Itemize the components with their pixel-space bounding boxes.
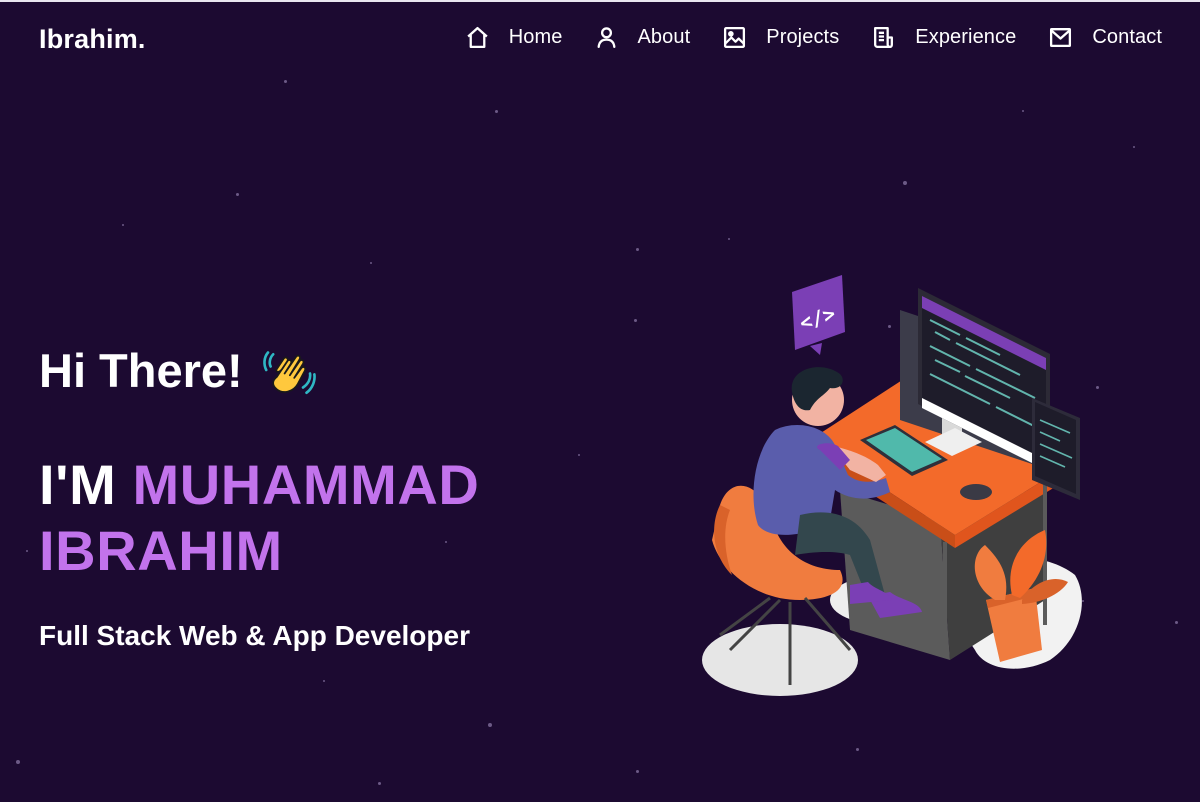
name-first: MUHAMMAD (132, 453, 480, 516)
hero-role: Full Stack Web & App Developer (39, 620, 470, 651)
image-icon (722, 25, 747, 50)
navbar: Ibrahim. Home About Projects Experience … (0, 2, 1200, 76)
nav-item-about[interactable]: About (594, 25, 690, 50)
home-icon (465, 25, 490, 50)
nav-label-experience: Experience (915, 26, 1017, 48)
code-badge: </> (792, 275, 845, 355)
page: Ibrahim. Home About Projects Experience … (0, 0, 1200, 802)
document-icon (871, 25, 896, 50)
nav-label-about: About (637, 26, 691, 48)
greeting-text: Hi There! (39, 343, 243, 397)
nav-menu: Home About Projects Experience Contact (465, 25, 1162, 50)
nav-item-contact[interactable]: Contact (1048, 25, 1162, 50)
hero-section: Hi There! I'M MUHAMMAD IBRAHIM Full Stac… (39, 340, 599, 652)
name-prefix: I'M (39, 453, 117, 516)
nav-label-home: Home (508, 26, 563, 48)
nav-item-projects[interactable]: Projects (722, 25, 839, 50)
hero-greeting: Hi There! (39, 340, 599, 400)
developer-at-desk-illustration: </> (700, 270, 1090, 700)
nav-item-experience[interactable]: Experience (871, 25, 1016, 50)
brand-logo[interactable]: Ibrahim. (39, 24, 146, 55)
name-last: IBRAHIM (39, 519, 283, 582)
waving-hand-icon (261, 342, 317, 398)
user-icon (594, 25, 619, 50)
mail-icon (1048, 25, 1073, 50)
nav-label-projects: Projects (766, 26, 840, 48)
hero-name: I'M MUHAMMAD IBRAHIM (39, 452, 599, 584)
nav-label-contact: Contact (1092, 26, 1162, 48)
nav-item-home[interactable]: Home (465, 25, 563, 50)
